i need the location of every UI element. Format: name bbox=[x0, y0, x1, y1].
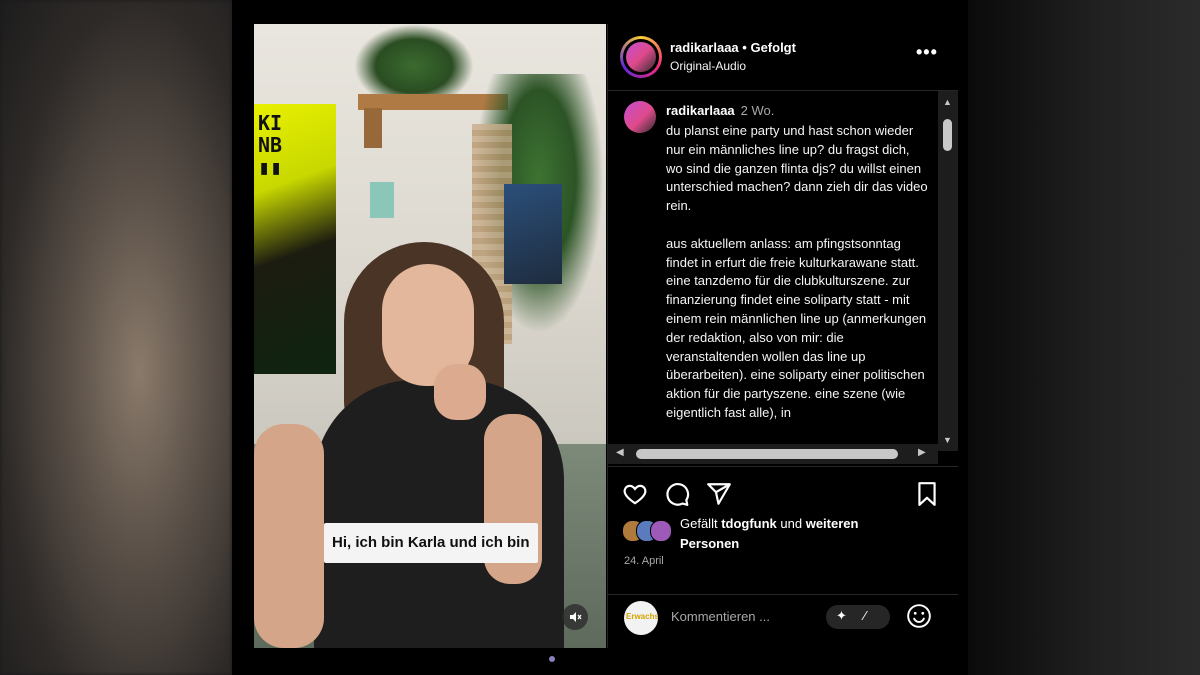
scroll-up-icon[interactable]: ▲ bbox=[943, 97, 952, 107]
caption-text: du planst eine party und hast schon wied… bbox=[666, 123, 928, 420]
scroll-right-icon[interactable]: ▶ bbox=[918, 447, 926, 458]
horizontal-scrollbar-thumb[interactable] bbox=[636, 449, 898, 459]
liker-avatar bbox=[650, 520, 672, 542]
header-title: radikarlaaa • Gefolgt bbox=[670, 40, 796, 55]
follow-status[interactable]: Gefolgt bbox=[750, 40, 796, 55]
blurred-background-left bbox=[0, 0, 232, 675]
likes-user[interactable]: tdogfunk bbox=[721, 516, 777, 531]
my-avatar: Erwachs bbox=[624, 601, 658, 635]
scroll-down-icon[interactable]: ▼ bbox=[943, 435, 952, 445]
comment-input[interactable]: Kommentieren ... bbox=[671, 609, 770, 624]
person-arm-left bbox=[254, 424, 324, 648]
plant-decor bbox=[354, 24, 474, 94]
liker-avatars[interactable] bbox=[622, 520, 676, 542]
story-ring[interactable] bbox=[620, 36, 662, 78]
comment-composer: Erwachs Kommentieren ... ✦ ⁄ bbox=[608, 594, 958, 649]
carousel-indicator bbox=[549, 656, 555, 662]
person-hand bbox=[434, 364, 486, 420]
avatar bbox=[626, 42, 656, 72]
wall-art bbox=[504, 184, 562, 284]
post-header: radikarlaaa • Gefolgt Original-Audio ••• bbox=[608, 24, 958, 91]
more-options-icon[interactable]: ••• bbox=[916, 42, 938, 63]
muted-speaker-icon[interactable] bbox=[562, 604, 588, 630]
sparkle-icon[interactable]: ✦ bbox=[836, 608, 847, 624]
poster-lettering: KI NB ▮▮ bbox=[258, 111, 283, 179]
my-avatar-text: Erwachs bbox=[626, 612, 658, 621]
muted-speaker-glyph bbox=[570, 612, 582, 622]
header-username[interactable]: radikarlaaa bbox=[670, 40, 739, 55]
likes-prefix: Gefällt bbox=[680, 516, 722, 531]
post-date[interactable]: 24. April bbox=[624, 555, 664, 567]
audio-link[interactable]: Original-Audio bbox=[670, 59, 746, 73]
scrollbar-thumb[interactable] bbox=[943, 119, 952, 151]
comment-username[interactable]: radikarlaaa bbox=[666, 103, 735, 118]
vertical-scrollbar[interactable]: ▲ ▼ bbox=[938, 91, 958, 451]
paper-plane-icon[interactable] bbox=[706, 481, 732, 507]
comment-bubble-icon[interactable] bbox=[664, 481, 690, 507]
comment-avatar[interactable] bbox=[624, 101, 656, 133]
wall-card bbox=[370, 182, 394, 218]
heart-icon[interactable] bbox=[622, 481, 648, 507]
post-details-panel: radikarlaaa • Gefolgt Original-Audio •••… bbox=[607, 24, 958, 648]
wall-poster: KI NB ▮▮ bbox=[254, 104, 336, 374]
likes-middle: und bbox=[776, 516, 806, 531]
video-subtitle: Hi, ich bin Karla und ich bin bbox=[324, 523, 538, 563]
comment-time: 2 Wo. bbox=[740, 103, 775, 118]
horizontal-scrollbar[interactable]: ◀ ▶ bbox=[608, 444, 938, 464]
likes-summary: Gefällt tdogfunk und weiteren Personen bbox=[680, 514, 920, 554]
scroll-left-icon[interactable]: ◀ bbox=[616, 447, 624, 458]
comment-header: radikarlaaa 2 Wo. bbox=[666, 103, 774, 118]
header-separator: • bbox=[738, 40, 751, 55]
blurred-background-right bbox=[968, 0, 1200, 675]
avatar-border bbox=[623, 39, 659, 75]
action-bar bbox=[608, 466, 958, 517]
caption-area: radikarlaaa 2 Wo. du planst eine party un… bbox=[608, 91, 938, 451]
ai-tools-pill[interactable]: ✦ ⁄ bbox=[826, 605, 890, 629]
bookmark-icon[interactable] bbox=[914, 481, 940, 507]
smiley-icon[interactable] bbox=[906, 603, 932, 629]
shelf-bracket bbox=[364, 108, 382, 148]
magic-wand-icon[interactable]: ⁄ bbox=[864, 608, 866, 623]
